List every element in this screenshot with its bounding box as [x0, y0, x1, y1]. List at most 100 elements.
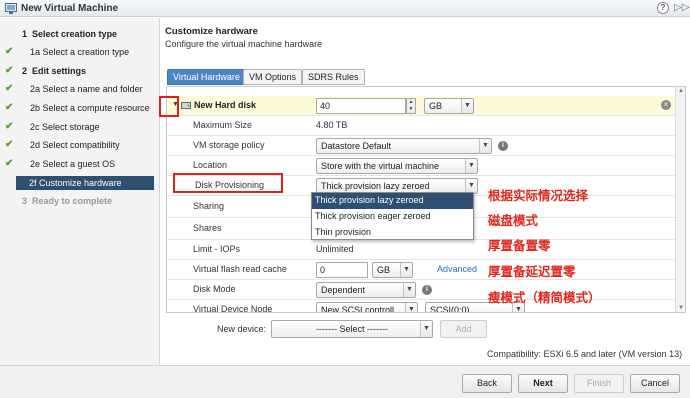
step-2b[interactable]: ✔ 2b Select a compute resource	[0, 101, 160, 115]
device-node-controller: New SCSI controll...	[321, 305, 402, 313]
flash-cache-input[interactable]: 0	[316, 262, 368, 278]
new-device-value: ------- Select -------	[316, 324, 388, 334]
check-icon: ✔	[5, 158, 14, 169]
step-num: 3	[22, 196, 28, 206]
step-label: Select a compute resource	[42, 103, 150, 113]
limit-iops-label: Limit - IOPs	[193, 244, 241, 254]
max-size-label: Maximum Size	[193, 120, 253, 130]
remove-device-icon[interactable]: ×	[661, 100, 671, 110]
step-num: 2f	[29, 178, 37, 188]
chevron-down-icon: ▼	[461, 99, 473, 113]
step-3: 3 Ready to complete	[0, 194, 160, 208]
wizard-steps: 1 Select creation type ✔ 1a Select a cre…	[0, 18, 160, 365]
step-num: 1a	[30, 47, 41, 57]
cancel-button[interactable]: Cancel	[630, 374, 680, 393]
expand-icon[interactable]: ▷▷	[674, 2, 689, 13]
step-label: Select compatibility	[42, 140, 120, 150]
finish-button[interactable]: Finish	[574, 374, 624, 393]
check-icon: ✔	[5, 65, 14, 76]
chevron-down-icon: ▼	[403, 283, 415, 297]
new-device-select[interactable]: ------- Select ------- ▼	[271, 320, 433, 338]
tab-virtual-hardware[interactable]: Virtual Hardware	[167, 69, 246, 85]
chevron-down-icon: ▼	[465, 179, 477, 193]
chevron-down-icon: ▼	[405, 303, 417, 312]
step-2c[interactable]: ✔ 2c Select storage	[0, 120, 160, 134]
device-node-slot: SCSI(0:0)	[430, 305, 470, 313]
check-icon: ✔	[5, 102, 14, 113]
step-2d[interactable]: ✔ 2d Select compatibility	[0, 138, 160, 152]
storage-policy-value: Datastore Default	[321, 141, 392, 151]
scroll-up-icon[interactable]: ▲	[678, 88, 684, 94]
step-1[interactable]: 1 Select creation type	[0, 27, 160, 41]
hard-disk-row: ▼ New Hard disk 40 ▲ ▼ GB ▼ ×	[167, 96, 675, 116]
option-thin[interactable]: Thin provision	[312, 225, 473, 241]
disk-size-input[interactable]: 40	[316, 98, 406, 114]
step-num: 2c	[30, 122, 40, 132]
page-title: Customize hardware	[165, 26, 258, 37]
option-thick-eager[interactable]: Thick provision eager zeroed	[312, 209, 473, 225]
step-1a[interactable]: ✔ 1a Select a creation type	[0, 45, 160, 59]
flash-cache-row: Virtual flash read cache 0 GB ▼ Advanced	[167, 260, 675, 280]
limit-iops-value[interactable]: Unlimited	[316, 244, 354, 254]
step-label: Select a guest OS	[42, 159, 116, 169]
device-node-controller-select[interactable]: New SCSI controll... ▼	[316, 302, 418, 313]
check-icon: ✔	[5, 46, 14, 57]
annotation-line-3: 厚置备置零	[488, 238, 551, 253]
vm-icon	[5, 3, 17, 14]
hard-disk-icon	[181, 102, 191, 109]
wizard-footer: Back Next Finish Cancel	[0, 365, 690, 398]
location-label: Location	[193, 160, 228, 170]
step-label: Edit settings	[32, 66, 87, 76]
location-value: Store with the virtual machine	[321, 161, 440, 171]
max-size-value: 4.80 TB	[316, 120, 348, 130]
annotation-line-1: 根据实际情况选择	[488, 188, 589, 203]
new-device-label: New device:	[217, 324, 267, 334]
step-label: Select storage	[42, 122, 100, 132]
annotation-line-2: 磁盘模式	[488, 213, 539, 228]
disk-size-unit-select[interactable]: GB ▼	[424, 98, 474, 114]
tab-vm-options[interactable]: VM Options	[243, 69, 303, 85]
step-label: Select a creation type	[42, 47, 130, 57]
back-button[interactable]: Back	[462, 374, 512, 393]
annotation-line-4: 厚置备延迟置零	[488, 264, 576, 279]
step-num: 2	[22, 66, 28, 76]
disk-size-spinner[interactable]: ▲ ▼	[406, 98, 416, 114]
step-2a[interactable]: ✔ 2a Select a name and folder	[0, 82, 160, 96]
step-label: Customize hardware	[39, 178, 122, 188]
help-icon[interactable]: ?	[657, 2, 669, 14]
step-num: 1	[22, 29, 28, 39]
tab-sdrs-rules[interactable]: SDRS Rules	[302, 69, 365, 85]
step-num: 2d	[30, 140, 41, 150]
flash-cache-label: Virtual flash read cache	[193, 264, 287, 274]
step-2e[interactable]: ✔ 2e Select a guest OS	[0, 157, 160, 171]
next-button[interactable]: Next	[518, 374, 568, 393]
flash-cache-unit: GB	[377, 265, 391, 275]
step-2[interactable]: ✔ 2 Edit settings	[0, 64, 160, 78]
window-title: New Virtual Machine	[21, 3, 119, 14]
annotation-line-5: 瘦模式（精简模式）	[488, 290, 601, 305]
step-label: Select creation type	[32, 29, 118, 39]
step-num: 2b	[30, 103, 41, 113]
disk-mode-select[interactable]: Dependent ▼	[316, 282, 416, 298]
storage-policy-select[interactable]: Datastore Default ▼	[316, 138, 492, 154]
highlight-box-provisioning	[173, 173, 283, 193]
step-label: Select a name and folder	[42, 84, 143, 94]
step-2f[interactable]: 2f Customize hardware	[16, 176, 154, 190]
flash-cache-unit-select[interactable]: GB ▼	[372, 262, 413, 278]
location-select[interactable]: Store with the virtual machine ▼	[316, 158, 478, 174]
info-icon[interactable]: i	[498, 141, 508, 151]
grid-scrollbar[interactable]: ▲ ▼	[675, 87, 685, 312]
disk-provisioning-value: Thick provision lazy zeroed	[321, 181, 430, 191]
option-thick-lazy[interactable]: Thick provision lazy zeroed	[312, 193, 473, 209]
info-icon[interactable]: i	[422, 285, 432, 295]
scroll-down-icon[interactable]: ▼	[678, 305, 684, 311]
storage-policy-row: VM storage policy Datastore Default ▼ i	[167, 136, 675, 156]
disk-mode-label: Disk Mode	[193, 284, 236, 294]
highlight-box-expand	[159, 96, 179, 117]
shares-label: Shares	[193, 223, 222, 233]
add-device-button[interactable]: Add	[440, 320, 487, 338]
advanced-link[interactable]: Advanced	[437, 264, 477, 274]
chevron-down-icon: ▼	[400, 263, 412, 277]
step-num: 2e	[30, 159, 41, 169]
max-size-row: Maximum Size 4.80 TB	[167, 116, 675, 136]
